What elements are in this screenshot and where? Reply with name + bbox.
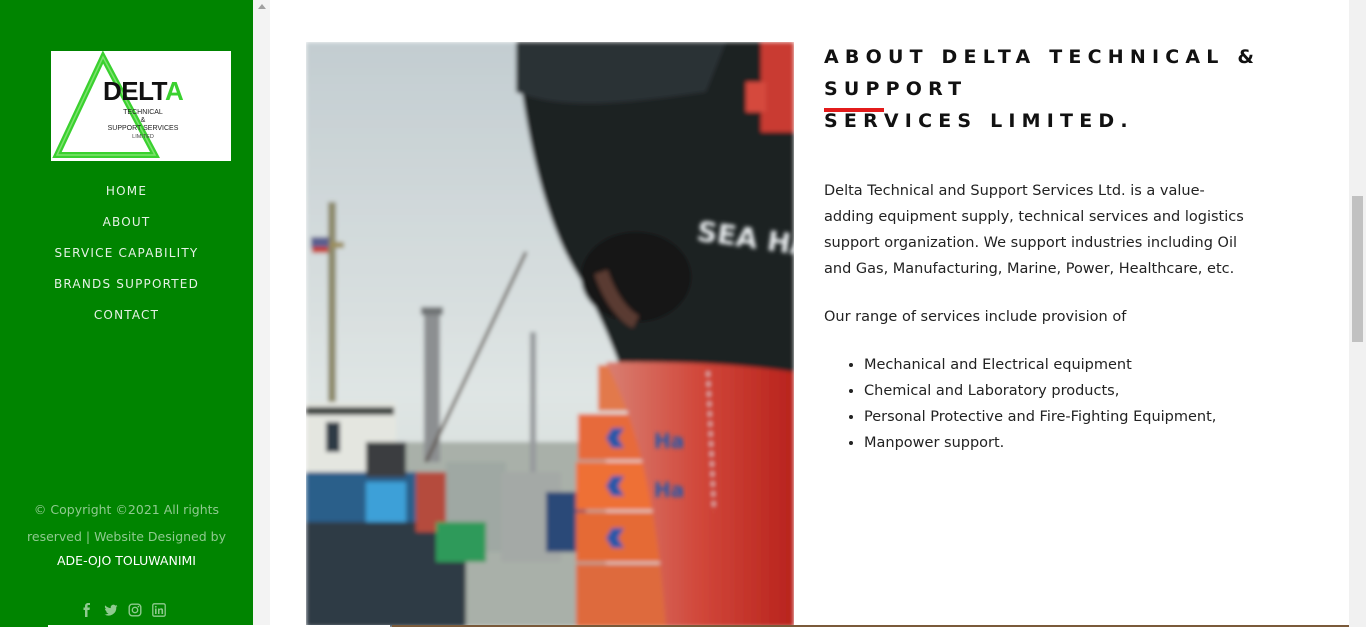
sidebar-divider (253, 0, 270, 627)
about-heading: ABOUT DELTA TECHNICAL & SUPPORT SERVICES… (824, 46, 1261, 132)
list-item: Mechanical and Electrical equipment (864, 352, 1284, 378)
container-text: Ha (654, 429, 684, 453)
nav-item-home[interactable]: HOME (0, 183, 253, 214)
ship-port-photo: SEA HA Ha Ha (306, 42, 794, 627)
logo-subtitle: TECHNICAL & SUPPORT SERVICES LIMITED (107, 109, 179, 140)
social-links (80, 602, 176, 617)
twitter-icon[interactable] (104, 602, 118, 616)
list-item: Manpower support. (864, 430, 1284, 456)
instagram-icon[interactable] (128, 602, 142, 617)
logo-wordmark: DELTA (103, 76, 184, 106)
nav-item-service-capability[interactable]: SERVICE CAPABILITY (0, 245, 253, 276)
designer-link[interactable]: ADE-OJO TOLUWANIMI (0, 550, 253, 572)
about-paragraph: Delta Technical and Support Services Ltd… (824, 183, 1244, 277)
list-item: Chemical and Laboratory products, (864, 378, 1284, 404)
collapse-arrow-icon[interactable] (258, 4, 266, 9)
services-intro: Our range of services include provision … (824, 309, 1127, 325)
sidebar: DELTA TECHNICAL & SUPPORT SERVICES LIMIT… (0, 0, 253, 627)
main-nav: HOME ABOUT SERVICE CAPABILITY BRANDS SUP… (0, 183, 253, 338)
container-text: Ha (654, 478, 684, 502)
nav-item-contact[interactable]: CONTACT (0, 307, 253, 338)
list-item: Personal Protective and Fire-Fighting Eq… (864, 404, 1284, 430)
linkedin-icon[interactable] (152, 602, 166, 617)
copyright-text: © Copyright ©2021 All rights reserved | … (27, 502, 226, 544)
nav-item-about[interactable]: ABOUT (0, 214, 253, 245)
heading-underline (824, 108, 884, 112)
facebook-icon[interactable] (80, 602, 94, 617)
nav-item-brands-supported[interactable]: BRANDS SUPPORTED (0, 276, 253, 307)
scrollbar-thumb[interactable] (1352, 196, 1363, 342)
company-logo[interactable]: DELTA TECHNICAL & SUPPORT SERVICES LIMIT… (51, 51, 231, 161)
services-list: Mechanical and Electrical equipment Chem… (864, 352, 1284, 456)
